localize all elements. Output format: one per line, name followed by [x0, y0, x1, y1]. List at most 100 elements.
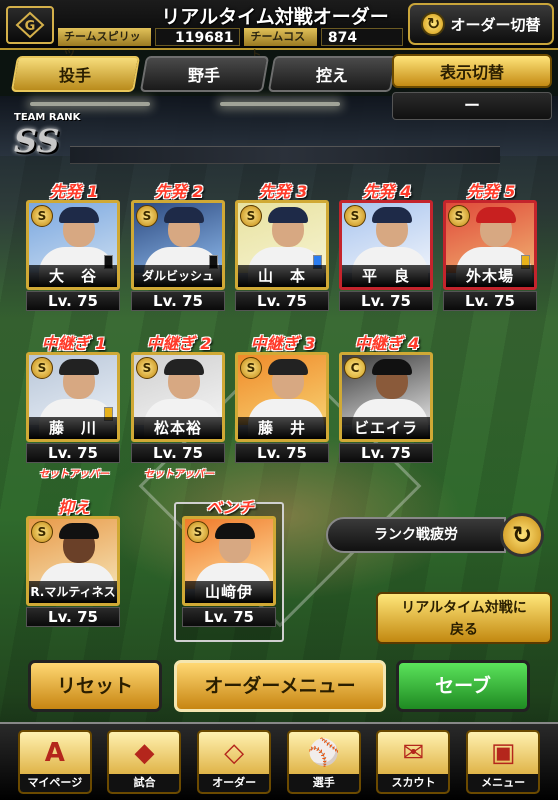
- player-card[interactable]: S 平 良: [339, 200, 433, 290]
- bottom-nav: A マイページ ◆ 試合 ◇ オーダー ⚾ 選手 ✉ スカウト ▣ メニュー: [0, 722, 558, 800]
- team-cost-label: チームコスト: [244, 28, 317, 61]
- player-card[interactable]: S ダルビッシュ: [131, 200, 225, 290]
- starter-slot-3[interactable]: 先発 3 S 山 本 Lv. 75: [235, 178, 331, 311]
- player-card[interactable]: S R.マルティネス: [26, 516, 120, 606]
- player-cap: [268, 207, 308, 223]
- team-cost-value: 874: [320, 28, 403, 46]
- nav-mypage[interactable]: A マイページ: [17, 730, 92, 794]
- rank-fatigue[interactable]: ランク戦疲労 ↻: [326, 512, 552, 558]
- baseball-icon: ⚾: [307, 738, 340, 768]
- order-toggle-label: オーダー切替: [450, 15, 541, 34]
- diamond-icon: ◇: [224, 738, 245, 768]
- player-name: 大 谷: [29, 265, 117, 287]
- starter-slot-1[interactable]: 先発 1 S 大 谷 Lv. 75: [26, 178, 122, 311]
- mypage-icon: A: [44, 738, 65, 768]
- player-name: ダルビッシュ: [134, 265, 222, 287]
- player-card[interactable]: S 大 谷: [26, 200, 120, 290]
- player-level: Lv. 75: [443, 291, 537, 311]
- grade-s-icon: S: [344, 205, 366, 227]
- player-card[interactable]: S 山 本: [235, 200, 329, 290]
- player-level: Lv. 75: [131, 291, 225, 311]
- player-name: 藤 川: [29, 417, 117, 439]
- save-button[interactable]: セーブ: [396, 660, 530, 712]
- player-cap: [372, 207, 412, 223]
- player-card[interactable]: S 外木場: [443, 200, 537, 290]
- nav-label: スカウト: [378, 774, 449, 792]
- slot-position: 中継ぎ 1: [41, 334, 107, 353]
- player-name: 平 良: [342, 265, 430, 287]
- nav-scout[interactable]: ✉ スカウト: [376, 730, 451, 794]
- player-cap: [215, 523, 255, 539]
- stadium-lights: [220, 102, 340, 106]
- nav-label: メニュー: [468, 774, 539, 792]
- grade-s-icon: S: [240, 357, 262, 379]
- rank-fatigue-label: ランク戦疲労: [326, 517, 506, 553]
- player-name: 山﨑伊: [185, 581, 273, 603]
- outfield-adboard: [70, 146, 500, 164]
- reliever-slot-4[interactable]: 中継ぎ 4 C ビエイラ Lv. 75: [339, 330, 435, 463]
- player-level: Lv. 75: [26, 443, 120, 463]
- player-name: 山 本: [238, 265, 326, 287]
- slot-position: ベンチ: [205, 498, 254, 517]
- bench-slot[interactable]: ベンチ S 山﨑伊 Lv. 75: [182, 494, 278, 627]
- slot-position: 先発 4: [362, 182, 412, 201]
- nav-players[interactable]: ⚾ 選手: [286, 730, 361, 794]
- slot-position: 抑え: [57, 498, 90, 517]
- cycle-icon: ↻: [421, 12, 446, 36]
- nav-match[interactable]: ◆ 試合: [107, 730, 182, 794]
- grade-s-icon: S: [136, 357, 158, 379]
- team-stats: チームスピリッツ 119681 チームコスト 874: [58, 27, 403, 61]
- player-cap: [372, 359, 412, 375]
- reliever-slot-1[interactable]: 中継ぎ 1 S 藤 川 Lv. 75 セットアッパー: [26, 330, 122, 480]
- slot-position: 先発 3: [258, 182, 308, 201]
- starter-slot-2[interactable]: 先発 2 S ダルビッシュ Lv. 75: [131, 178, 227, 311]
- player-cap: [164, 207, 204, 223]
- reliever-slot-2[interactable]: 中継ぎ 2 S 松本裕 Lv. 75 セットアッパー: [131, 330, 227, 480]
- team-spirit-label: チームスピリッツ: [58, 28, 151, 61]
- slot-position: 先発 1: [49, 182, 99, 201]
- header: G リアルタイム対戦オーダー チームスピリッツ 119681 チームコスト 87…: [0, 0, 558, 61]
- return-to-realtime-button[interactable]: リアルタイム対戦に 戻る: [376, 592, 552, 644]
- player-card[interactable]: C ビエイラ: [339, 352, 433, 442]
- starter-slot-4[interactable]: 先発 4 S 平 良 Lv. 75: [339, 178, 435, 311]
- cycle-icon[interactable]: ↻: [500, 513, 544, 557]
- grade-s-icon: S: [240, 205, 262, 227]
- slot-position: 先発 2: [154, 182, 204, 201]
- nav-menu[interactable]: ▣ メニュー: [466, 730, 541, 794]
- slot-position: 中継ぎ 3: [250, 334, 316, 353]
- grade-s-icon: S: [187, 521, 209, 543]
- player-card[interactable]: S 松本裕: [131, 352, 225, 442]
- player-cap: [268, 359, 308, 375]
- closer-slot[interactable]: 抑え S R.マルティネス Lv. 75: [26, 494, 122, 627]
- grade-s-icon: S: [31, 357, 53, 379]
- tab-pitcher[interactable]: 投手: [10, 56, 140, 92]
- order-toggle-button[interactable]: ↻ オーダー切替: [408, 3, 554, 45]
- reliever-slot-3[interactable]: 中継ぎ 3 S 藤 井 Lv. 75: [235, 330, 331, 463]
- order-menu-button[interactable]: オーダーメニュー: [174, 660, 386, 712]
- team-rank-value: SS: [14, 122, 60, 160]
- player-card[interactable]: S 藤 川: [26, 352, 120, 442]
- nav-label: オーダー: [199, 774, 270, 792]
- player-card[interactable]: S 藤 井: [235, 352, 329, 442]
- nav-label: マイページ: [19, 774, 90, 792]
- player-name: ビエイラ: [342, 417, 430, 439]
- team-rank: TEAM RANK SS: [14, 112, 94, 172]
- grade-s-icon: S: [448, 205, 470, 227]
- action-buttons: リセット オーダーメニュー セーブ: [0, 656, 558, 718]
- starter-slot-5[interactable]: 先発 5 S 外木場 Lv. 75: [443, 178, 539, 311]
- return-button-line2: 戻る: [450, 622, 478, 638]
- nav-order[interactable]: ◇ オーダー: [197, 730, 272, 794]
- display-toggle-button[interactable]: 表示切替: [392, 54, 552, 88]
- tab-reserve[interactable]: 控え: [268, 56, 398, 92]
- page-title: リアルタイム対戦オーダー: [161, 6, 389, 28]
- player-cap: [59, 523, 99, 539]
- tab-fielder[interactable]: 野手: [139, 56, 269, 92]
- player-card[interactable]: S 山﨑伊: [182, 516, 276, 606]
- player-level: Lv. 75: [235, 443, 329, 463]
- position-tabs: 投手 野手 控え: [10, 56, 398, 94]
- grade-s-icon: S: [31, 521, 53, 543]
- player-cap: [59, 359, 99, 375]
- reset-button[interactable]: リセット: [28, 660, 162, 712]
- team-logo-icon: G: [6, 6, 54, 44]
- player-cap: [476, 207, 516, 223]
